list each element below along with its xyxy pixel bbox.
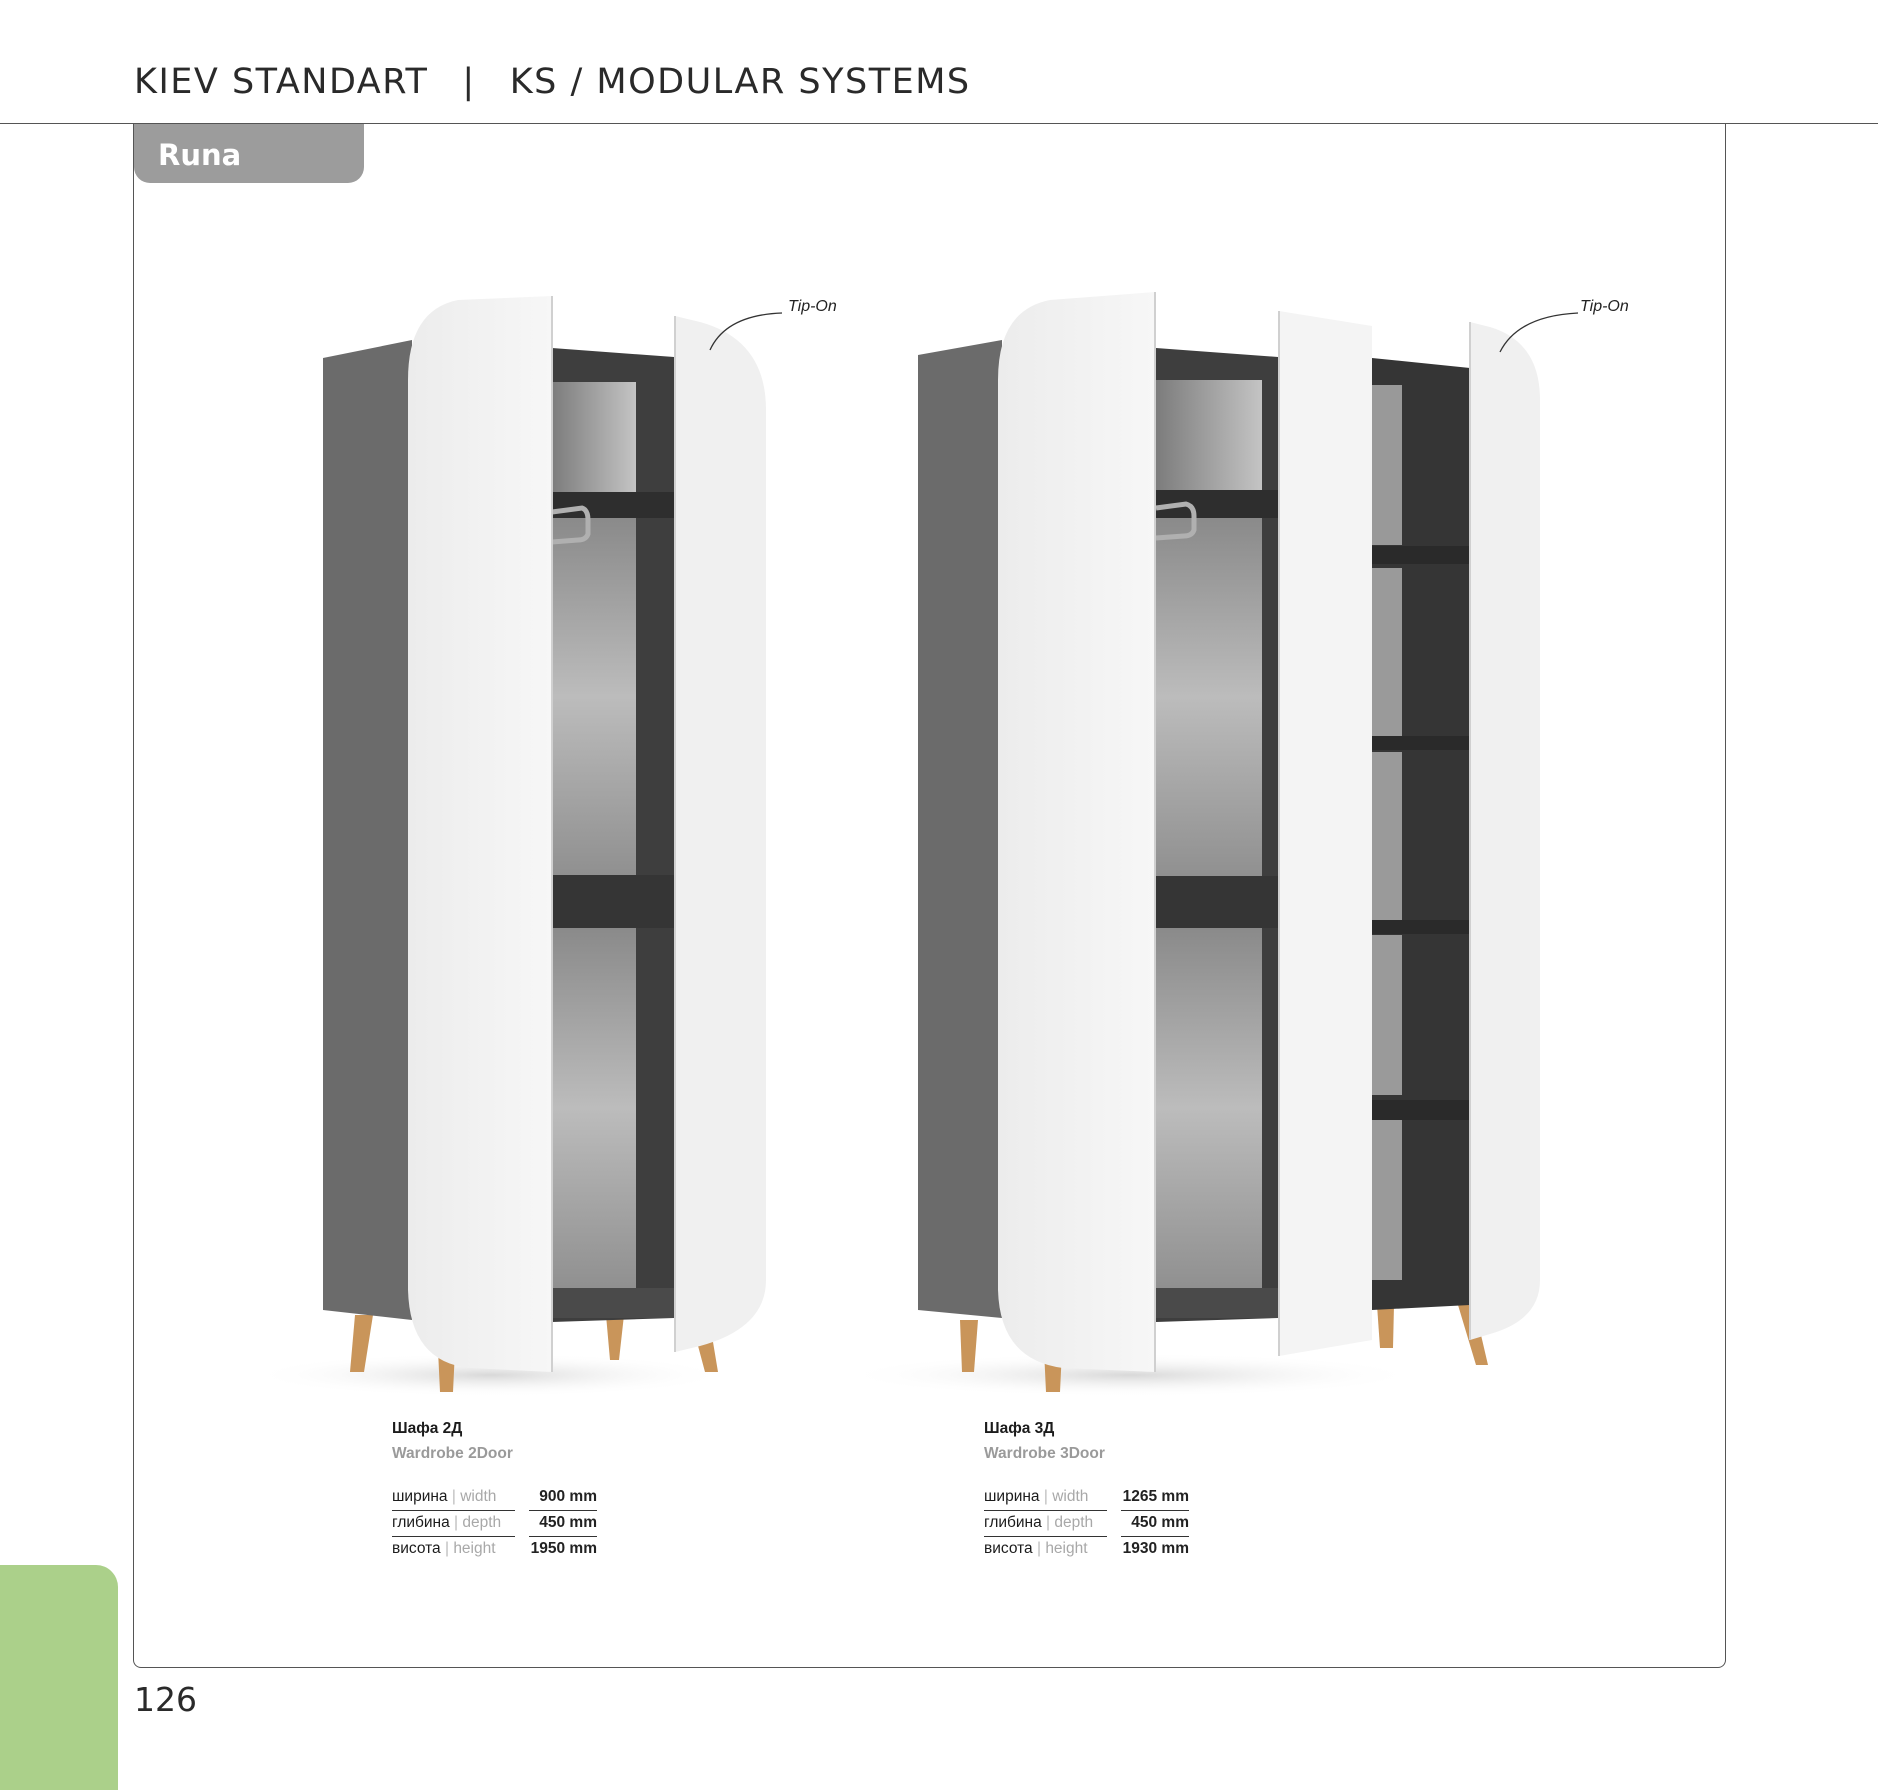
spec-value: 1930 mm <box>1122 1540 1189 1557</box>
wardrobe-3door-image <box>840 292 1579 1397</box>
product-illustrations <box>250 292 1579 1397</box>
spec-label-en: depth <box>1054 1514 1094 1531</box>
product-name-uk: Шафа 3Д <box>984 1420 1055 1437</box>
spec-label-uk: ширина <box>392 1488 448 1505</box>
page-number: 126 <box>134 1680 197 1719</box>
spec-row-height: висота | height 1930 mm <box>984 1537 1189 1562</box>
dimensions-table: ширина | width 900 mm глибина | depth 45… <box>392 1485 597 1562</box>
spec-row-height: висота | height 1950 mm <box>392 1537 597 1562</box>
product-name-en: Wardrobe 3Door <box>984 1445 1105 1462</box>
spec-row-width: ширина | width 1265 mm <box>984 1485 1189 1511</box>
spec-label-uk: глибина <box>984 1514 1042 1531</box>
tip-on-callout-2door: Tip-On <box>788 298 837 315</box>
spec-label-en: width <box>460 1488 497 1505</box>
spec-value: 450 mm <box>529 1511 597 1537</box>
product-name-en: Wardrobe 2Door <box>392 1445 513 1462</box>
spec-row-width: ширина | width 900 mm <box>392 1485 597 1511</box>
dimensions-table: ширина | width 1265 mm глибина | depth 4… <box>984 1485 1189 1562</box>
spec-value: 1265 mm <box>1121 1485 1189 1511</box>
spec-row-depth: глибина | depth 450 mm <box>392 1511 597 1537</box>
spec-label-uk: глибина <box>392 1514 450 1531</box>
spec-value: 450 mm <box>1121 1511 1189 1537</box>
spec-label-en: height <box>453 1540 496 1557</box>
spec-label-uk: ширина <box>984 1488 1040 1505</box>
spec-value: 1950 mm <box>530 1540 597 1557</box>
wardrobe-2door-image <box>250 296 783 1397</box>
product-2door-info: Шафа 2Д Wardrobe 2Door ширина | width 90… <box>392 1420 597 1562</box>
spec-label-en: depth <box>462 1514 502 1531</box>
spec-label-uk: висота <box>392 1540 441 1557</box>
tip-on-callout-3door: Tip-On <box>1580 298 1629 315</box>
product-name-uk: Шафа 2Д <box>392 1420 463 1437</box>
spec-label-en: height <box>1045 1540 1088 1557</box>
spec-label-uk: висота <box>984 1540 1033 1557</box>
section-color-tab <box>0 1565 118 1790</box>
spec-label-en: width <box>1052 1488 1089 1505</box>
spec-row-depth: глибина | depth 450 mm <box>984 1511 1189 1537</box>
product-3door-info: Шафа 3Д Wardrobe 3Door ширина | width 12… <box>984 1420 1189 1562</box>
spec-value: 900 mm <box>529 1485 597 1511</box>
